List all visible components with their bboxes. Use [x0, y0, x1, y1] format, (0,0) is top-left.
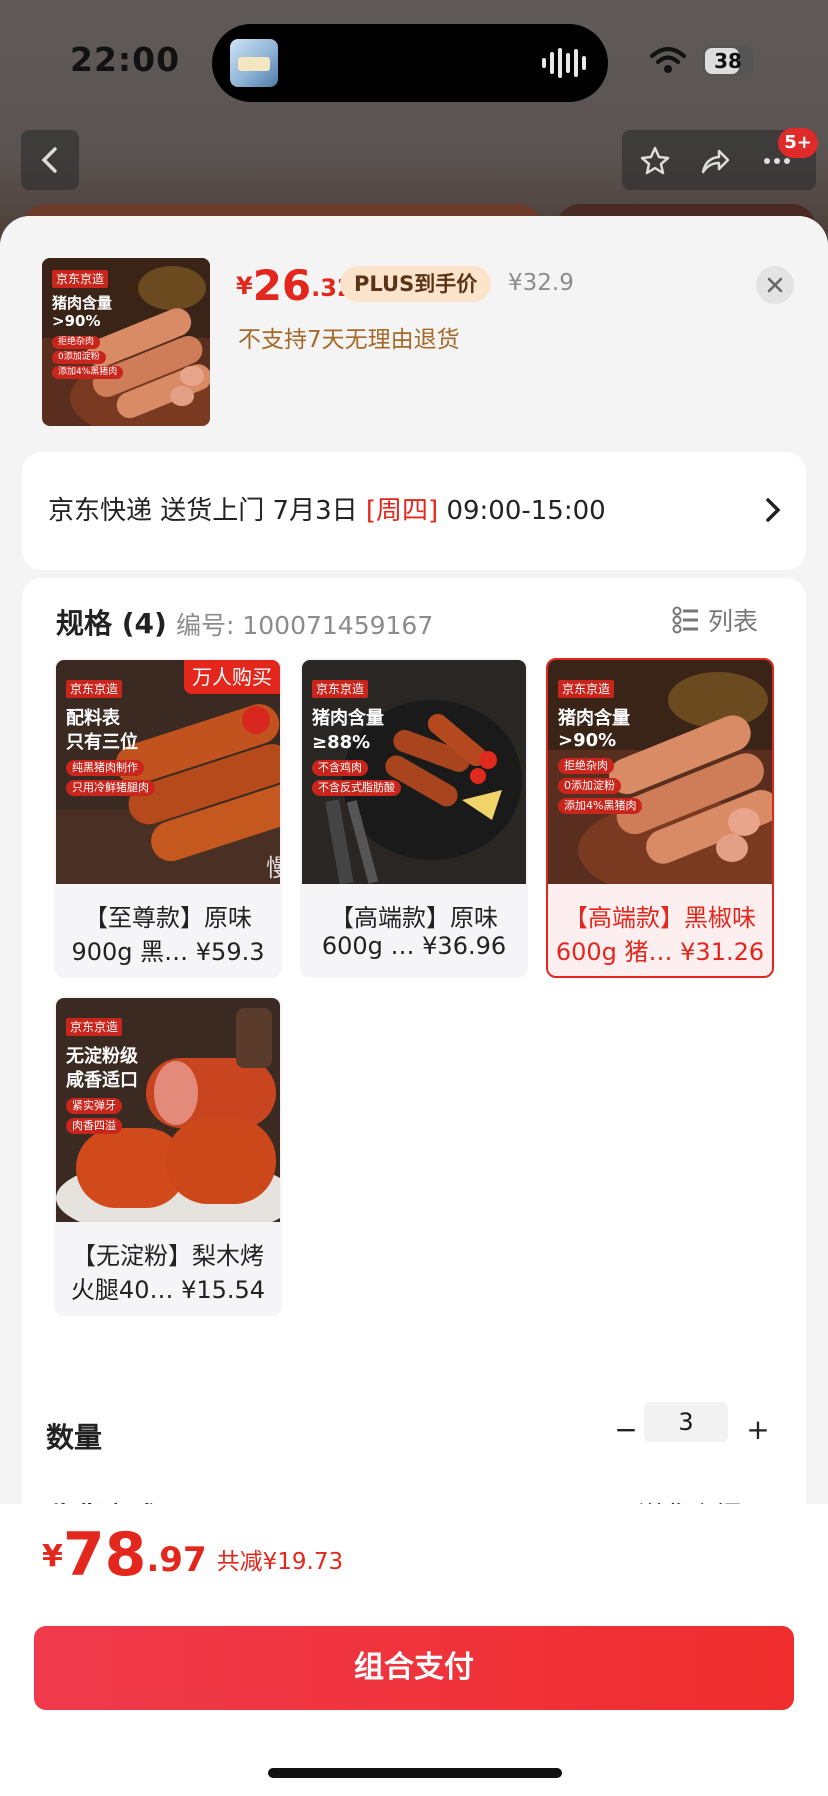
app-thumbnail-icon	[230, 39, 278, 87]
back-button[interactable]	[21, 130, 79, 190]
discount-text: 共减¥19.73	[216, 1549, 344, 1575]
product-code: 编号: 100071459167	[176, 611, 434, 640]
combined-pay-button[interactable]: 组合支付	[34, 1626, 794, 1710]
product-thumbnail: 京东京造 猪肉含量 >90% 拒绝杂肉 0添加淀粉 添加4%黑猪肉	[42, 258, 210, 426]
list-view-toggle[interactable]: 列表	[672, 602, 758, 638]
delivery-row[interactable]: 京东快递 送货上门 7月3日 [周四] 09:00-15:00	[22, 452, 806, 570]
sheet-header: 京东京造 猪肉含量 >90% 拒绝杂肉 0添加淀粉 添加4%黑猪肉 ¥ 26 .…	[0, 216, 828, 452]
total-price: ¥ 78 .97 共减¥19.73	[42, 1520, 344, 1590]
plus-price-badge: PLUS到手价	[340, 266, 492, 302]
message-badge: 5+	[778, 128, 818, 158]
chevron-left-icon	[41, 147, 57, 173]
original-price: ¥32.9	[508, 270, 574, 296]
home-indicator	[268, 1768, 562, 1778]
close-button[interactable]	[756, 266, 794, 304]
quantity-label: 数量	[46, 1421, 103, 1454]
dynamic-island	[212, 24, 608, 102]
delivery-info: 京东快递 送货上门 7月3日 [周四] 09:00-15:00	[48, 496, 606, 526]
close-icon	[767, 277, 783, 293]
hot-sale-badge: 万人购买	[184, 660, 280, 694]
wifi-icon	[650, 47, 686, 73]
product-price: ¥ 26 .32	[236, 261, 354, 310]
return-policy-note: 不支持7天无理由退货	[238, 327, 460, 353]
spec-option-4[interactable]: 京东京造 无淀粉级 咸香适口 紧实弹牙 肉香四溢 【无淀粉】梨木烤 火腿40… …	[54, 996, 282, 1316]
spec-option-3[interactable]: 京东京造 猪肉含量 >90% 拒绝杂肉 0添加淀粉 添加4%黑猪肉 【高端款】黑…	[546, 658, 774, 978]
battery-icon: 38	[703, 46, 753, 76]
star-icon[interactable]	[640, 146, 670, 176]
quantity-increase-button[interactable]: +	[740, 1412, 776, 1448]
chevron-right-icon	[766, 498, 781, 522]
list-icon	[672, 606, 698, 634]
watermark: 慢星人6921354EW	[266, 848, 280, 883]
audio-wave-icon	[542, 46, 586, 80]
spec-option-1[interactable]: 京东京造 配料表 只有三位 纯黑猪肉制作 只用冷鲜猪腿肉 万人购买 慢星人692…	[54, 658, 282, 978]
quantity-input[interactable]: 3	[644, 1402, 728, 1442]
spec-option-2[interactable]: 京东京造 猪肉含量 ≥88% 不含鸡肉 不含反式脂肪酸 【高端款】原味 600g…	[300, 658, 528, 978]
checkout-bar: ¥ 78 .97 共减¥19.73 组合支付	[0, 1504, 828, 1796]
status-time: 22:00	[70, 40, 181, 79]
spec-title: 规格 (4)	[56, 607, 167, 640]
quantity-decrease-button[interactable]: −	[608, 1412, 644, 1448]
share-icon[interactable]	[700, 146, 730, 176]
